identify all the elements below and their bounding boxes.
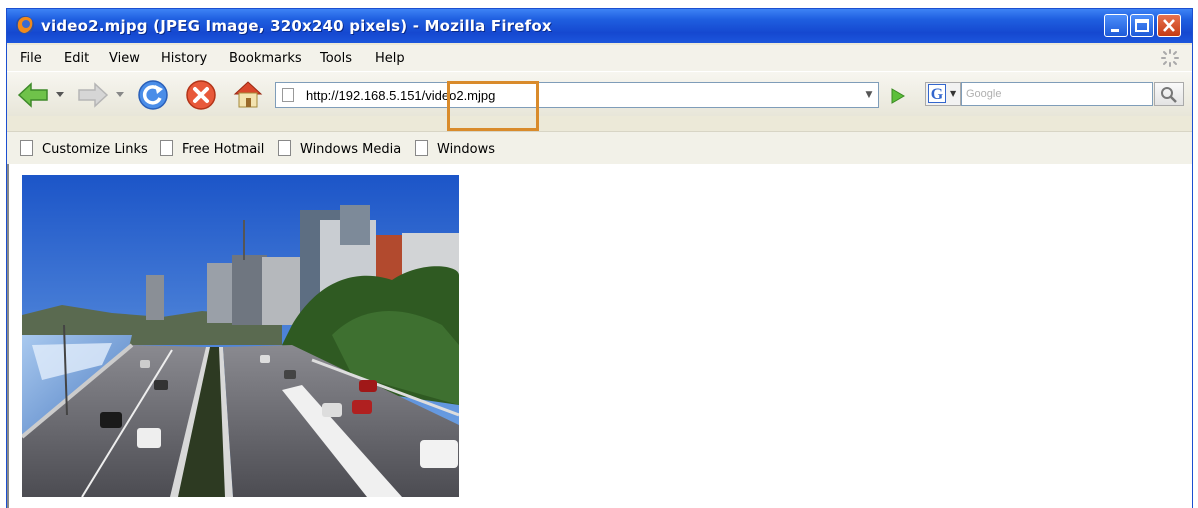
bookmarks-toolbar: Customize Links Free Hotmail Windows Med… xyxy=(7,131,1192,165)
minimize-icon xyxy=(1111,29,1119,32)
menu-bar: File Edit View History Bookmarks Tools H… xyxy=(7,45,1192,71)
bookmark-page-icon xyxy=(20,140,33,156)
bookmark-customize-links[interactable]: Customize Links xyxy=(20,140,148,157)
page-icon xyxy=(282,88,294,102)
bookmark-page-icon xyxy=(415,140,428,156)
bookmark-page-icon xyxy=(160,140,173,156)
close-icon xyxy=(1163,19,1175,32)
page-content xyxy=(7,164,1192,508)
back-arrow-icon[interactable] xyxy=(17,82,49,108)
menu-file[interactable]: File xyxy=(20,51,42,66)
menu-bookmarks[interactable]: Bookmarks xyxy=(229,51,302,66)
search-engine-selector[interactable]: G ▼ xyxy=(925,82,961,106)
title-bar[interactable]: video2.mjpg (JPEG Image, 320x240 pixels)… xyxy=(7,9,1192,43)
reload-icon[interactable] xyxy=(137,79,169,111)
window-title: video2.mjpg (JPEG Image, 320x240 pixels)… xyxy=(41,17,552,35)
menu-tools[interactable]: Tools xyxy=(320,51,352,66)
google-icon: G xyxy=(928,84,946,103)
browser-window: video2.mjpg (JPEG Image, 320x240 pixels)… xyxy=(6,8,1193,508)
maximize-icon xyxy=(1135,19,1149,32)
menu-help[interactable]: Help xyxy=(375,51,405,66)
maximize-button[interactable] xyxy=(1130,14,1154,37)
search-button[interactable] xyxy=(1154,82,1184,106)
forward-dropdown-icon[interactable] xyxy=(115,89,125,99)
bookmark-windows[interactable]: Windows xyxy=(415,140,495,157)
home-icon[interactable] xyxy=(232,79,264,109)
search-box: G ▼ Google xyxy=(925,82,1185,108)
navigation-toolbar: http://192.168.5.151/video2.mjpg ▼ G ▼ G… xyxy=(7,71,1192,116)
search-input[interactable]: Google xyxy=(961,82,1153,106)
menu-edit[interactable]: Edit xyxy=(64,51,89,66)
bookmark-free-hotmail[interactable]: Free Hotmail xyxy=(160,140,264,157)
menu-history[interactable]: History xyxy=(161,51,207,66)
url-highlight-box xyxy=(447,81,539,131)
address-dropdown-icon[interactable]: ▼ xyxy=(860,83,878,107)
minimize-button[interactable] xyxy=(1104,14,1128,37)
bookmark-page-icon xyxy=(278,140,291,156)
address-bar[interactable]: http://192.168.5.151/video2.mjpg ▼ xyxy=(275,82,879,108)
bookmark-windows-media[interactable]: Windows Media xyxy=(278,140,401,157)
engine-dropdown-icon: ▼ xyxy=(950,89,957,98)
stop-icon[interactable] xyxy=(185,79,217,111)
firefox-icon xyxy=(16,16,34,34)
camera-image xyxy=(22,175,459,497)
forward-arrow-icon[interactable] xyxy=(77,82,109,108)
close-button[interactable] xyxy=(1157,14,1181,37)
throbber-icon xyxy=(1161,49,1179,67)
go-arrow-icon[interactable] xyxy=(887,86,907,106)
back-dropdown-icon[interactable] xyxy=(55,89,65,99)
menu-view[interactable]: View xyxy=(109,51,140,66)
magnifier-icon xyxy=(1161,87,1177,103)
search-placeholder: Google xyxy=(966,88,1002,100)
